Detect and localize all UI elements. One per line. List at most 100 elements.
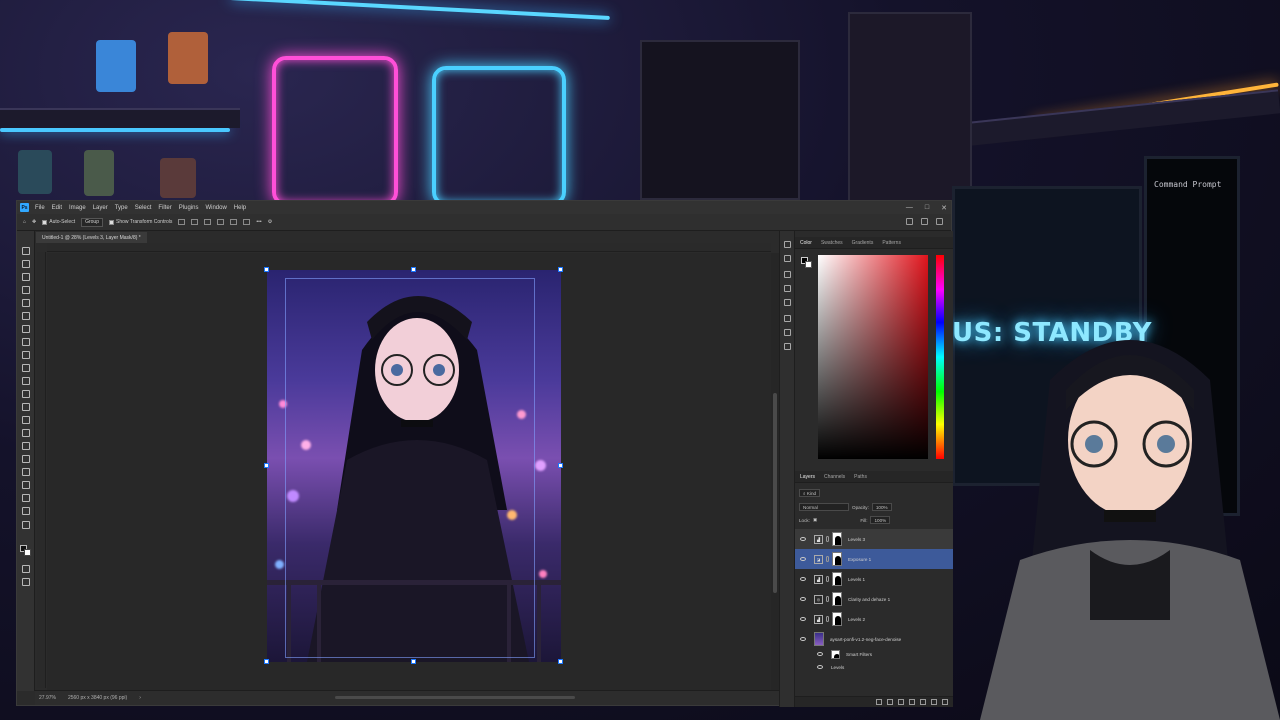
background-color-swatch[interactable] xyxy=(24,549,31,556)
color-panel-background[interactable] xyxy=(805,261,812,268)
menu-select[interactable]: Select xyxy=(135,205,152,211)
adjustment-layer-icon[interactable] xyxy=(909,699,915,705)
path-select-tool-icon[interactable] xyxy=(22,468,30,476)
tab-paths[interactable]: Paths xyxy=(854,474,867,480)
share-icon[interactable] xyxy=(906,218,913,225)
search-icon[interactable] xyxy=(921,218,928,225)
layer-mask-thumbnail[interactable] xyxy=(832,552,842,566)
new-layer-icon[interactable] xyxy=(931,699,937,705)
new-group-icon[interactable] xyxy=(920,699,926,705)
transform-handle[interactable] xyxy=(558,267,563,272)
menu-plugins[interactable]: Plugins xyxy=(179,205,199,211)
transform-handle[interactable] xyxy=(558,463,563,468)
marquee-tool-icon[interactable] xyxy=(22,260,30,268)
shape-tool-icon[interactable] xyxy=(22,481,30,489)
menu-edit[interactable]: Edit xyxy=(52,205,62,211)
layer-row[interactable]: aysart-ponfi-v1.2-neg-face-denoise xyxy=(795,629,953,649)
tab-patterns[interactable]: Patterns xyxy=(882,240,901,246)
properties-icon[interactable] xyxy=(784,255,791,262)
filter-mask-thumbnail[interactable] xyxy=(831,649,840,659)
transform-handle[interactable] xyxy=(264,463,269,468)
transform-handle[interactable] xyxy=(411,267,416,272)
home-icon[interactable]: ⌂ xyxy=(23,219,26,225)
trash-icon[interactable] xyxy=(942,699,948,705)
menu-image[interactable]: Image xyxy=(69,205,86,211)
canvas-artwork[interactable] xyxy=(267,270,561,662)
smart-filters-row[interactable]: Smart Filters xyxy=(795,647,953,661)
lock-icon[interactable]: ▣ xyxy=(813,517,817,523)
align-right-icon[interactable] xyxy=(204,219,212,225)
dodge-tool-icon[interactable] xyxy=(22,429,30,437)
move-tool-icon[interactable] xyxy=(22,247,30,255)
transform-handle[interactable] xyxy=(411,659,416,664)
layer-mask-thumbnail[interactable] xyxy=(832,572,842,586)
adjustments-icon[interactable] xyxy=(784,271,791,278)
tab-layers[interactable]: Layers xyxy=(800,474,815,480)
eyedropper-tool-icon[interactable] xyxy=(22,325,30,333)
lasso-tool-icon[interactable] xyxy=(22,273,30,281)
quick-select-tool-icon[interactable] xyxy=(22,286,30,294)
zoom-tool-icon[interactable] xyxy=(22,507,30,515)
menu-layer[interactable]: Layer xyxy=(93,205,108,211)
align-middle-icon[interactable] xyxy=(230,219,238,225)
more-options-button[interactable]: ••• xyxy=(256,219,261,225)
visibility-eye-icon[interactable] xyxy=(800,577,806,581)
menu-filter[interactable]: Filter xyxy=(158,205,171,211)
hue-slider[interactable] xyxy=(936,255,944,459)
visibility-eye-icon[interactable] xyxy=(800,537,806,541)
move-tool-icon[interactable]: ✥ xyxy=(32,219,36,225)
horizontal-scrollbar[interactable] xyxy=(335,696,575,699)
opacity-field[interactable]: 100% xyxy=(871,503,892,511)
visibility-eye-icon[interactable] xyxy=(800,597,806,601)
quick-mask-icon[interactable] xyxy=(22,565,30,573)
blend-mode-dropdown[interactable]: Normal xyxy=(799,503,849,511)
tab-gradients[interactable]: Gradients xyxy=(852,240,874,246)
history-icon[interactable] xyxy=(784,241,791,248)
tab-color[interactable]: Color xyxy=(800,240,812,246)
healing-tool-icon[interactable] xyxy=(22,338,30,346)
history-brush-tool-icon[interactable] xyxy=(22,377,30,385)
libraries-icon[interactable] xyxy=(784,315,791,322)
more-tools-icon[interactable] xyxy=(22,521,30,529)
visibility-eye-icon[interactable] xyxy=(800,617,806,621)
close-icon[interactable]: ✕ xyxy=(941,204,947,212)
type-tool-icon[interactable] xyxy=(22,455,30,463)
layer-row[interactable]: ▟ Levels 3 xyxy=(795,529,953,549)
layer-mask-thumbnail[interactable] xyxy=(832,532,842,546)
menu-help[interactable]: Help xyxy=(234,205,246,211)
transform-handle[interactable] xyxy=(558,659,563,664)
tab-channels[interactable]: Channels xyxy=(824,474,845,480)
maximize-icon[interactable]: □ xyxy=(925,204,929,211)
layer-row[interactable]: ◎ Clarity and dehaze 1 xyxy=(795,589,953,609)
link-layers-icon[interactable] xyxy=(876,699,882,705)
gear-icon[interactable]: ⚙ xyxy=(268,219,272,225)
menu-type[interactable]: Type xyxy=(115,205,128,211)
visibility-eye-icon[interactable] xyxy=(800,637,806,641)
layer-row[interactable]: ◪ Exposure 1 xyxy=(795,549,953,569)
layer-row[interactable]: ▟ Levels 2 xyxy=(795,609,953,629)
pen-tool-icon[interactable] xyxy=(22,442,30,450)
align-center-icon[interactable] xyxy=(191,219,199,225)
eraser-tool-icon[interactable] xyxy=(22,390,30,398)
align-bottom-icon[interactable] xyxy=(243,219,251,225)
workspace-icon[interactable] xyxy=(936,218,943,225)
color-picker-field[interactable] xyxy=(818,255,928,459)
gradient-tool-icon[interactable] xyxy=(22,403,30,411)
layer-row[interactable]: ▟ Levels 1 xyxy=(795,569,953,589)
auto-select-checkbox[interactable] xyxy=(42,219,48,225)
scrollbar-thumb[interactable] xyxy=(773,393,777,593)
hand-tool-icon[interactable] xyxy=(22,494,30,502)
visibility-eye-icon[interactable] xyxy=(800,557,806,561)
vertical-scrollbar[interactable] xyxy=(771,253,779,691)
swatches-icon[interactable] xyxy=(784,343,791,350)
brush-tool-icon[interactable] xyxy=(22,351,30,359)
stamp-tool-icon[interactable] xyxy=(22,364,30,372)
brush-settings-icon[interactable] xyxy=(784,329,791,336)
status-chevron-icon[interactable]: › xyxy=(139,695,141,701)
kind-filter-dropdown[interactable]: ⌕ Kind xyxy=(799,489,821,497)
document-tab[interactable]: Untitled-1 @ 28% (Levels 3, Layer Mask/8… xyxy=(36,232,147,243)
menu-file[interactable]: File xyxy=(35,205,45,211)
crop-tool-icon[interactable] xyxy=(22,299,30,307)
smart-object-thumbnail[interactable] xyxy=(814,632,824,646)
align-top-icon[interactable] xyxy=(217,219,225,225)
